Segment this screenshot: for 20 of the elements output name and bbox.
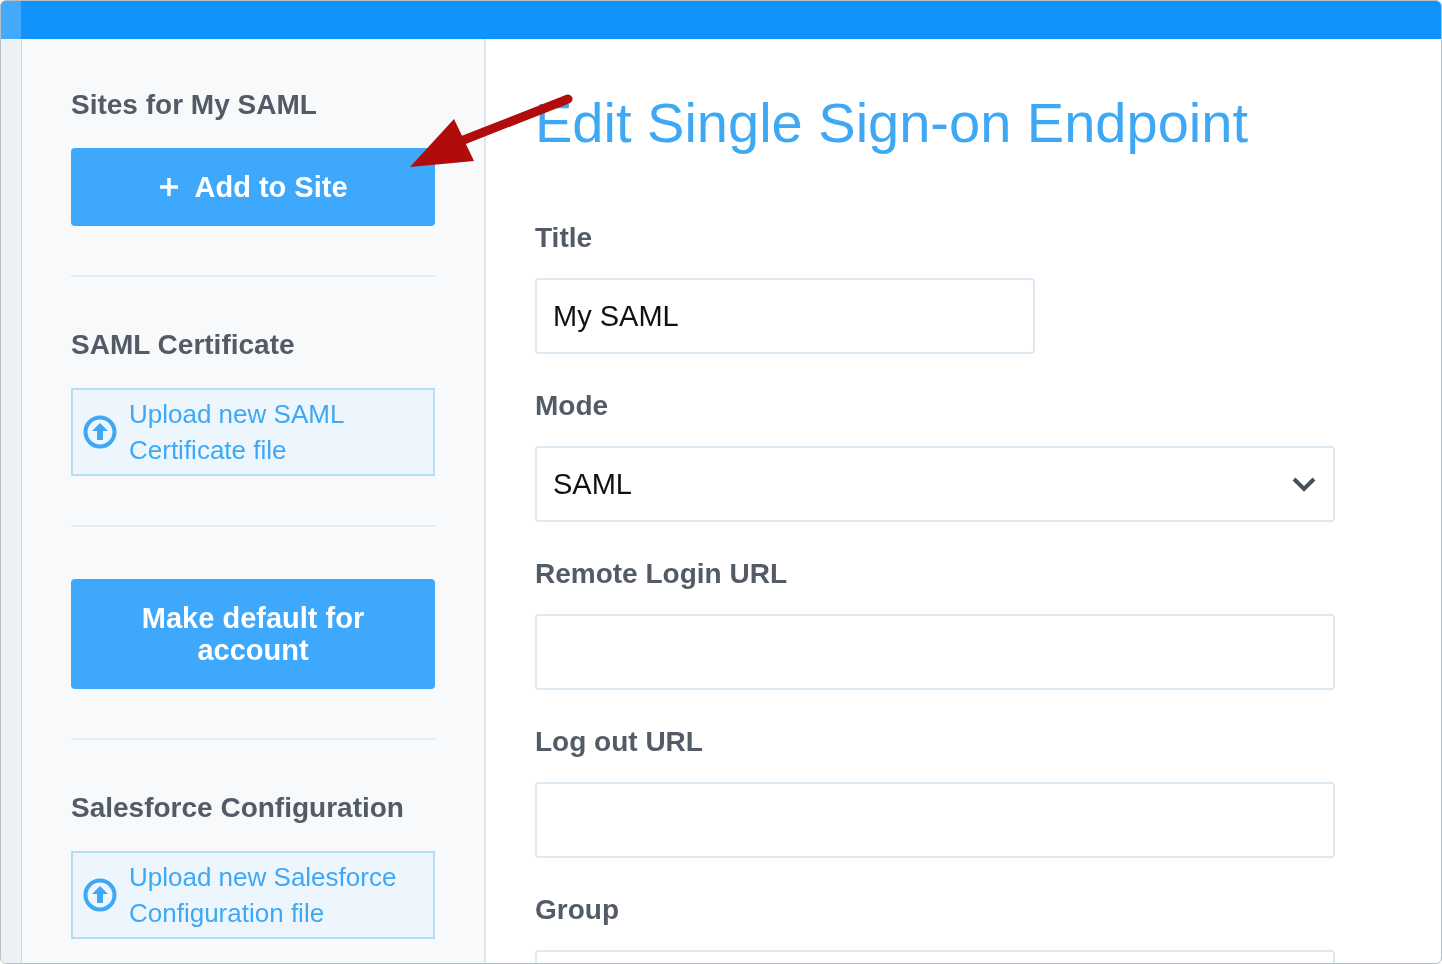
field-label: Mode xyxy=(535,390,610,422)
text-input[interactable]: My SAML xyxy=(535,278,1035,354)
upload-icon xyxy=(83,878,117,912)
field-label: Title xyxy=(535,222,594,254)
section-heading: Sites for My SAML xyxy=(71,89,318,121)
upload-button[interactable]: Upload new Salesforce Configuration file xyxy=(71,851,435,939)
field-label: Log out URL xyxy=(535,726,704,758)
plus-icon xyxy=(158,176,181,198)
field-label: Remote Login URL xyxy=(535,558,788,590)
make-default-button[interactable]: Make default for account xyxy=(71,579,435,689)
section-heading: Salesforce Configuration xyxy=(71,792,405,824)
text-input[interactable] xyxy=(535,782,1335,858)
add-to-site-button[interactable]: Add to Site xyxy=(71,148,435,226)
section-heading: SAML Certificate xyxy=(71,329,296,361)
upload-button[interactable]: Upload new SAML Certificate file xyxy=(71,388,435,476)
field-label: Group xyxy=(535,894,620,926)
chevron-down-icon xyxy=(1291,476,1317,492)
text-input[interactable] xyxy=(535,614,1335,690)
mode-select[interactable]: SAML xyxy=(535,446,1335,522)
upload-icon xyxy=(83,415,117,449)
